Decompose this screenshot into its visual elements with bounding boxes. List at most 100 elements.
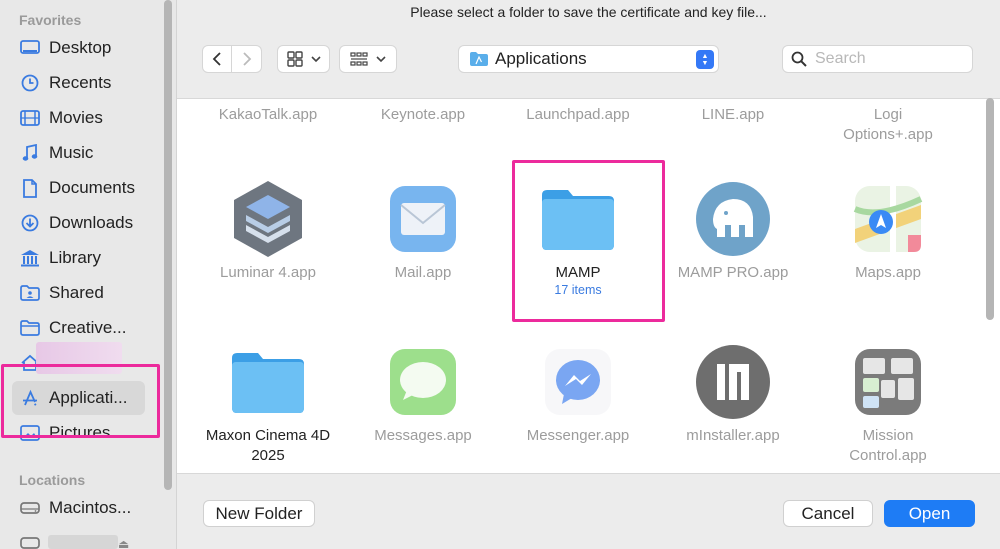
sidebar-item-label: Creative... (49, 318, 127, 337)
file-label: MAMP PRO.app (677, 264, 789, 281)
file-label: KakaoTalk.app (218, 106, 318, 123)
new-folder-button[interactable]: New Folder (203, 500, 315, 527)
chevron-down-icon (376, 56, 386, 63)
messages-app-icon (383, 342, 463, 422)
chevron-right-icon (242, 52, 251, 66)
back-button[interactable] (202, 45, 232, 73)
file-item[interactable]: mInstaller.app (656, 342, 810, 446)
sidebar-item-desktop[interactable]: Desktop (12, 31, 145, 65)
file-label: Messenger.app (526, 427, 630, 444)
sidebar-item-label: Documents (49, 178, 135, 197)
file-grid: KakaoTalk.app Keynote.app Launchpad.app … (177, 98, 1000, 474)
search-field[interactable] (782, 45, 973, 73)
file-item[interactable]: Mail.app (346, 179, 500, 283)
file-item[interactable]: LINE.app (656, 105, 810, 125)
file-label: Maxon Cinema 4D 2025 (205, 427, 331, 464)
file-label: Launchpad.app (526, 106, 630, 123)
file-item[interactable]: Launchpad.app (501, 105, 655, 125)
file-item[interactable]: Mission Control.app (811, 342, 965, 466)
file-label: LINE.app (701, 106, 765, 123)
search-input[interactable] (815, 50, 965, 68)
sidebar-item-label: Shared (49, 283, 104, 302)
redacted-label (48, 535, 118, 549)
favorites-heading: Favorites (19, 12, 82, 28)
sidebar-item-movies[interactable]: Movies (12, 101, 145, 135)
disk-icon (20, 536, 40, 549)
folder-icon (228, 342, 308, 422)
file-item[interactable]: KakaoTalk.app (191, 105, 345, 125)
highlight-annotation (1, 364, 160, 438)
updown-chevron-icon: ▲ ▼ (696, 50, 714, 69)
highlight-annotation (512, 160, 665, 322)
sidebar-scrollbar[interactable] (164, 0, 172, 490)
file-label: mInstaller.app (686, 427, 780, 444)
messenger-app-icon (538, 342, 618, 422)
file-label: Logi Options+.app (843, 106, 933, 143)
file-item[interactable]: Messenger.app (501, 342, 655, 446)
file-label: Mail.app (394, 264, 452, 281)
cancel-button[interactable]: Cancel (783, 500, 873, 527)
library-icon (20, 248, 40, 268)
sidebar-item-label: Recents (49, 73, 112, 92)
sidebar: Favorites Desktop Recents Movies Music D… (0, 0, 177, 549)
location-label: Applications (495, 49, 587, 68)
file-item[interactable]: Logi Options+.app (811, 105, 965, 145)
clock-icon (20, 73, 40, 93)
sidebar-item-library[interactable]: Library (12, 241, 145, 275)
applications-folder-icon (470, 52, 488, 66)
sidebar-item-music[interactable]: Music (12, 136, 145, 170)
sidebar-item-label: Library (49, 248, 101, 267)
mail-app-icon (383, 179, 463, 259)
group-grid-icon (350, 52, 368, 66)
mamp-pro-app-icon (693, 179, 773, 259)
file-item[interactable]: Maxon Cinema 4D 2025 (191, 342, 345, 466)
file-label: Keynote.app (380, 106, 466, 123)
file-item[interactable]: Keynote.app (346, 105, 500, 125)
dialog-title: Please select a folder to save the certi… (410, 4, 767, 20)
chevron-down-icon (310, 56, 321, 63)
download-icon (20, 213, 40, 233)
file-label: Maps.app (855, 264, 921, 281)
locations-heading: Locations (19, 472, 86, 488)
file-item[interactable]: Messages.app (346, 342, 500, 446)
sidebar-item-label: Desktop (49, 38, 112, 57)
document-icon (20, 178, 40, 198)
minstaller-app-icon (693, 342, 773, 422)
desktop-icon (20, 38, 40, 58)
open-button[interactable]: Open (884, 500, 975, 527)
search-icon (791, 51, 807, 67)
file-label: Messages.app (374, 427, 472, 444)
file-label: Luminar 4.app (220, 264, 316, 281)
sidebar-item-creative[interactable]: Creative... (12, 311, 145, 345)
luminar-app-icon (228, 179, 308, 259)
file-item[interactable]: MAMP PRO.app (656, 179, 810, 283)
icon-grid-icon (286, 51, 303, 67)
chevron-left-icon (212, 52, 221, 66)
sidebar-item-label: Movies (49, 108, 103, 127)
file-item[interactable]: Luminar 4.app (191, 179, 345, 283)
sidebar-item-documents[interactable]: Documents (12, 171, 145, 205)
sidebar-item-label: Downloads (49, 213, 134, 232)
sidebar-item-macintosh-hd[interactable]: Macintos... (12, 491, 145, 525)
file-browser-panel: Please select a folder to save the certi… (177, 0, 1000, 549)
sidebar-item-shared[interactable]: Shared (12, 276, 145, 310)
film-icon (20, 108, 40, 128)
view-mode-button[interactable] (277, 45, 330, 73)
eject-icon[interactable]: ⏏ (118, 537, 129, 549)
maps-app-icon (848, 179, 928, 259)
sidebar-item-downloads[interactable]: Downloads (12, 206, 145, 240)
music-note-icon (20, 143, 40, 163)
disk-icon (20, 498, 40, 518)
mission-control-app-icon (848, 342, 928, 422)
folder-icon (20, 318, 40, 338)
shared-folder-icon (20, 283, 40, 303)
sidebar-item-recents[interactable]: Recents (12, 66, 145, 100)
sidebar-item-label: Macintos... (49, 498, 132, 517)
file-grid-scrollbar[interactable] (986, 98, 994, 320)
forward-button[interactable] (232, 45, 262, 73)
file-label: Mission Control.app (849, 427, 927, 464)
file-item[interactable]: Maps.app (811, 179, 965, 283)
group-by-button[interactable] (339, 45, 397, 73)
location-popup[interactable]: Applications ▲ ▼ (458, 45, 719, 73)
sidebar-item-label: Music (49, 143, 94, 162)
